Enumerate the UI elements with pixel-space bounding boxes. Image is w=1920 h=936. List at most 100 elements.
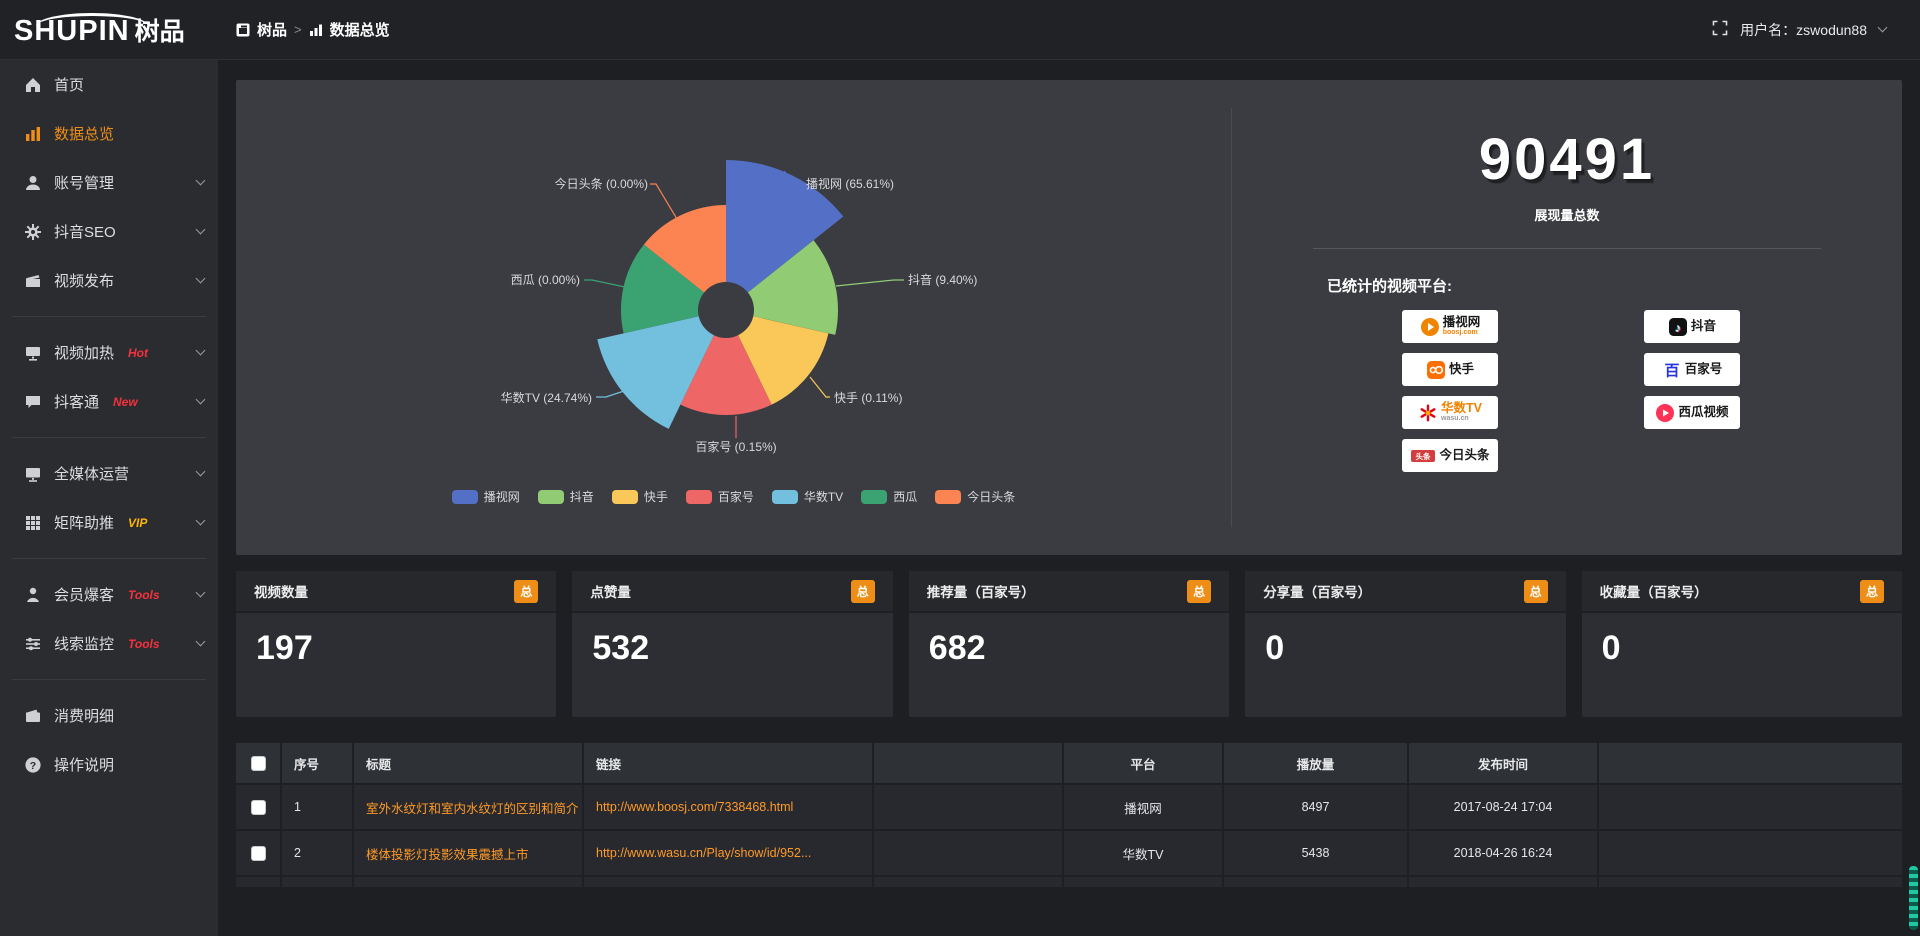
chevron-down-icon bbox=[196, 588, 206, 598]
breadcrumb-app-icon bbox=[236, 23, 250, 37]
column-header-平台: 平台 bbox=[1064, 743, 1224, 783]
sidebar-item-抖音SEO[interactable]: 抖音SEO bbox=[0, 207, 218, 256]
total-badge: 总 bbox=[851, 580, 875, 603]
select-all-checkbox[interactable] bbox=[251, 756, 266, 771]
pie-label-西瓜: 西瓜 (0.00%) bbox=[511, 273, 580, 287]
chevron-down-icon bbox=[196, 274, 206, 284]
toutiao-icon: 头条 bbox=[1410, 446, 1436, 466]
data-table: 序号标题链接平台播放量发布时间 1室外水纹灯和室内水纹灯的区别和简介http:/… bbox=[236, 741, 1902, 889]
row-checkbox[interactable] bbox=[251, 846, 266, 861]
pie-label-华数TV: 华数TV (24.74%) bbox=[501, 390, 592, 405]
legend-label: 播视网 bbox=[484, 488, 520, 505]
sidebar-item-账号管理[interactable]: 账号管理 bbox=[0, 158, 218, 207]
username[interactable]: 用户名：zswodun88 bbox=[1740, 20, 1867, 40]
screen-icon bbox=[24, 344, 42, 362]
column-header-spacer1 bbox=[874, 743, 1064, 783]
summary-divider bbox=[1313, 248, 1821, 249]
baijiahao-icon: 百 bbox=[1662, 360, 1682, 380]
pie-chart: 播视网 (65.61%)抖音 (9.40%)快手 (0.11%)百家号 (0.1… bbox=[236, 80, 1231, 555]
sidebar-item-矩阵助推[interactable]: 矩阵助推VIP bbox=[0, 498, 218, 547]
stat-cards: 视频数量总197点赞量总532推荐量（百家号）总682分享量（百家号）总0收藏量… bbox=[236, 571, 1902, 717]
pie-leader-华数TV bbox=[596, 391, 624, 397]
pie-label-快手: 快手 (0.11%) bbox=[834, 391, 902, 405]
stat-card-title: 推荐量（百家号） bbox=[927, 581, 1035, 601]
logo-suffix: 树品 bbox=[135, 12, 185, 48]
pie-legend: 播视网 抖音 快手 百家号 华数TV 西瓜 今日头条 bbox=[236, 488, 1231, 505]
legend-item-播视网[interactable]: 播视网 bbox=[452, 488, 520, 505]
platform-name: 快手 bbox=[1449, 363, 1474, 376]
platform-name: 抖音 bbox=[1691, 320, 1716, 333]
sliders-icon bbox=[24, 635, 42, 653]
column-header-spacer2 bbox=[1599, 743, 1902, 783]
header-right: 用户名：zswodun88 bbox=[1712, 20, 1920, 40]
platform-badge-华数TV: 华数TVwasu.cn bbox=[1402, 396, 1498, 429]
sidebar-item-抖客通[interactable]: 抖客通New bbox=[0, 377, 218, 426]
sidebar-item-视频加热[interactable]: 视频加热 Hot bbox=[0, 328, 218, 377]
sidebar-item-label: 会员爆客 bbox=[54, 584, 114, 605]
table-row-1: 1室外水纹灯和室内水纹灯的区别和简介http://www.boosj.com/7… bbox=[236, 785, 1902, 829]
stat-card-header: 点赞量总 bbox=[572, 571, 892, 613]
sidebar-item-label: 全媒体运营 bbox=[54, 463, 129, 484]
sidebar-divider bbox=[12, 558, 206, 559]
sidebar-item-会员爆客[interactable]: 会员爆客Tools bbox=[0, 570, 218, 619]
svg-text:头条: 头条 bbox=[1416, 451, 1432, 461]
platform-grid: 播视网boosj.com快手华数TVwasu.cn头条今日头条♪♪♪抖音百百家号… bbox=[1402, 310, 1902, 472]
fullscreen-icon[interactable] bbox=[1712, 20, 1728, 39]
app-root: SHUPIN 树品 树品 > 数据总览 用户名：zswodun88 首页数据总览… bbox=[0, 0, 1920, 889]
pie-leader-西瓜 bbox=[584, 280, 625, 287]
cell-views: 5438 bbox=[1224, 831, 1409, 875]
menu-badge-VIP: VIP bbox=[128, 516, 147, 530]
svg-text:♪: ♪ bbox=[1675, 321, 1681, 335]
platform-badge-快手: 快手 bbox=[1402, 353, 1498, 386]
pie-svg-holder: 播视网 (65.61%)抖音 (9.40%)快手 (0.11%)百家号 (0.1… bbox=[236, 80, 1231, 545]
legend-label: 华数TV bbox=[804, 488, 843, 505]
cell-title[interactable]: 楼体投影灯投影效果震撼上市 bbox=[354, 831, 584, 875]
sidebar-item-线索监控[interactable]: 线索监控Tools bbox=[0, 619, 218, 668]
total-badge: 总 bbox=[1524, 580, 1548, 603]
platform-badge-播视网: 播视网boosj.com bbox=[1402, 310, 1498, 343]
legend-item-西瓜[interactable]: 西瓜 bbox=[861, 488, 917, 505]
sidebar-item-label: 操作说明 bbox=[54, 754, 114, 775]
breadcrumb-item-app[interactable]: 树品 bbox=[257, 19, 287, 40]
chevron-down-icon bbox=[196, 637, 206, 647]
cell-title[interactable]: 室外水纹灯和室内水纹灯的区别和简介 bbox=[354, 785, 584, 829]
cell-index: 2 bbox=[282, 831, 354, 875]
cell-link[interactable]: http://www.boosj.com/7338468.html bbox=[584, 785, 874, 829]
sidebar-item-操作说明[interactable]: ?操作说明 bbox=[0, 740, 218, 789]
legend-item-今日头条[interactable]: 今日头条 bbox=[935, 488, 1015, 505]
scroll-widget[interactable] bbox=[1909, 866, 1918, 930]
wasu-icon bbox=[1418, 403, 1438, 423]
row-checkbox[interactable] bbox=[251, 800, 266, 815]
cell-platform: 华数TV bbox=[1064, 831, 1224, 875]
cell-link[interactable]: http://www.wasu.cn/Play/show/id/952... bbox=[584, 831, 874, 875]
table-row-2: 2楼体投影灯投影效果震撼上市http://www.wasu.cn/Play/sh… bbox=[236, 831, 1902, 875]
legend-item-抖音[interactable]: 抖音 bbox=[538, 488, 594, 505]
chevron-down-icon bbox=[196, 346, 206, 356]
sidebar-item-视频发布[interactable]: 视频发布 bbox=[0, 256, 218, 305]
legend-swatch bbox=[612, 490, 638, 504]
platform-name: 播视网 bbox=[1443, 316, 1481, 329]
legend-item-百家号[interactable]: 百家号 bbox=[686, 488, 754, 505]
person-icon bbox=[24, 586, 42, 604]
sidebar-item-全媒体运营[interactable]: 全媒体运营 bbox=[0, 449, 218, 498]
sidebar-item-首页[interactable]: 首页 bbox=[0, 60, 218, 109]
legend-item-快手[interactable]: 快手 bbox=[612, 488, 668, 505]
platform-name: 今日头条 bbox=[1439, 449, 1489, 462]
sidebar-item-label: 视频加热 bbox=[54, 342, 114, 363]
legend-label: 西瓜 bbox=[893, 488, 917, 505]
platform-name: 华数TV bbox=[1441, 402, 1482, 415]
breadcrumb-item-page[interactable]: 数据总览 bbox=[330, 19, 390, 40]
platform-badge-西瓜视频: 西瓜视频 bbox=[1644, 396, 1740, 429]
grid-icon bbox=[24, 514, 42, 532]
stat-card-value: 682 bbox=[909, 613, 1229, 684]
stat-card-点赞量: 点赞量总532 bbox=[572, 571, 892, 717]
stat-card-value: 197 bbox=[236, 613, 556, 684]
sidebar-item-数据总览[interactable]: 数据总览 bbox=[0, 109, 218, 158]
stat-card-title: 视频数量 bbox=[254, 581, 308, 601]
sidebar-item-消费明细[interactable]: 消费明细 bbox=[0, 691, 218, 740]
platforms-title: 已统计的视频平台: bbox=[1327, 275, 1902, 296]
stat-card-header: 分享量（百家号）总 bbox=[1245, 571, 1565, 613]
sidebar-item-label: 抖客通 bbox=[54, 391, 99, 412]
menu-badge-Hot: Hot bbox=[128, 346, 148, 360]
legend-item-华数TV[interactable]: 华数TV bbox=[772, 488, 843, 505]
